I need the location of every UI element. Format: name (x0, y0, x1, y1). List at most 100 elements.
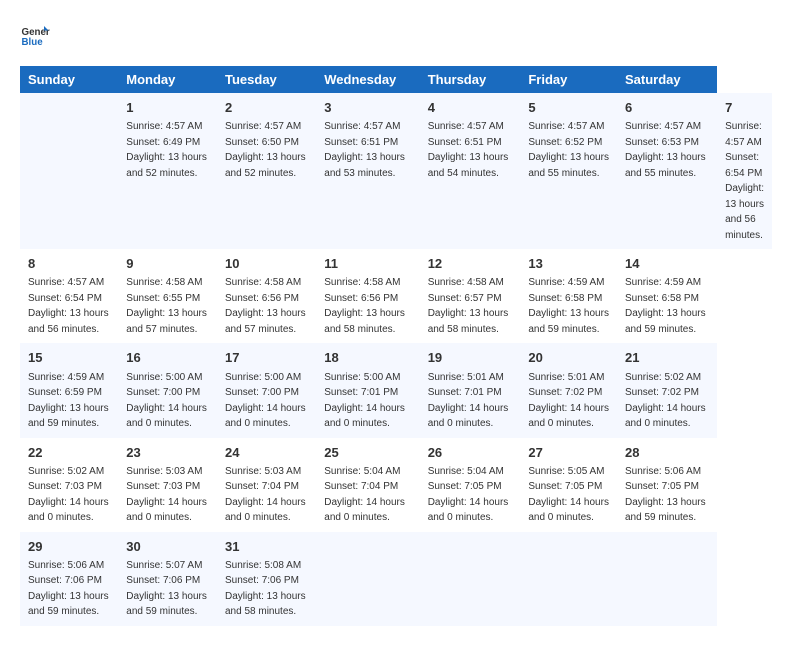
calendar-week-row: 1 Sunrise: 4:57 AMSunset: 6:49 PMDaylight… (20, 93, 772, 249)
day-number: 27 (528, 444, 609, 462)
day-number: 14 (625, 255, 709, 273)
column-header-monday: Monday (118, 66, 217, 93)
calendar-cell: 6 Sunrise: 4:57 AMSunset: 6:53 PMDaylight… (617, 93, 717, 249)
day-number: 22 (28, 444, 110, 462)
day-number: 28 (625, 444, 709, 462)
day-info: Sunrise: 5:02 AMSunset: 7:02 PMDaylight:… (625, 372, 706, 430)
column-header-thursday: Thursday (420, 66, 521, 93)
day-info: Sunrise: 5:00 AMSunset: 7:00 PMDaylight:… (126, 372, 207, 430)
day-number: 9 (126, 255, 209, 273)
calendar-cell: 8 Sunrise: 4:57 AMSunset: 6:54 PMDaylight… (20, 249, 118, 343)
day-info: Sunrise: 4:57 AMSunset: 6:54 PMDaylight:… (28, 277, 109, 335)
day-number: 23 (126, 444, 209, 462)
day-info: Sunrise: 5:00 AMSunset: 7:00 PMDaylight:… (225, 372, 306, 430)
day-info: Sunrise: 4:59 AMSunset: 6:58 PMDaylight:… (528, 277, 609, 335)
day-number: 30 (126, 538, 209, 556)
day-number: 7 (725, 99, 764, 117)
calendar-cell: 24 Sunrise: 5:03 AMSunset: 7:04 PMDayligh… (217, 438, 316, 532)
day-info: Sunrise: 5:07 AMSunset: 7:06 PMDaylight:… (126, 560, 207, 618)
column-header-tuesday: Tuesday (217, 66, 316, 93)
day-info: Sunrise: 4:58 AMSunset: 6:56 PMDaylight:… (225, 277, 306, 335)
day-number: 17 (225, 349, 308, 367)
day-info: Sunrise: 4:57 AMSunset: 6:53 PMDaylight:… (625, 121, 706, 179)
day-info: Sunrise: 5:04 AMSunset: 7:05 PMDaylight:… (428, 466, 509, 524)
column-header-friday: Friday (520, 66, 617, 93)
day-info: Sunrise: 4:57 AMSunset: 6:49 PMDaylight:… (126, 121, 207, 179)
day-number: 6 (625, 99, 709, 117)
day-number: 2 (225, 99, 308, 117)
day-info: Sunrise: 4:57 AMSunset: 6:50 PMDaylight:… (225, 121, 306, 179)
logo-icon: General Blue (20, 20, 50, 50)
calendar-cell: 16Sunrise: 5:00 AMSunset: 7:00 PMDayligh… (118, 343, 217, 437)
calendar-cell: 27 Sunrise: 5:05 AMSunset: 7:05 PMDayligh… (520, 438, 617, 532)
calendar-cell: 11 Sunrise: 4:58 AMSunset: 6:56 PMDayligh… (316, 249, 419, 343)
day-info: Sunrise: 4:57 AMSunset: 6:52 PMDaylight:… (528, 121, 609, 179)
calendar-cell: 10 Sunrise: 4:58 AMSunset: 6:56 PMDayligh… (217, 249, 316, 343)
day-number: 1 (126, 99, 209, 117)
calendar-cell: 9 Sunrise: 4:58 AMSunset: 6:55 PMDaylight… (118, 249, 217, 343)
page-header: General Blue (20, 20, 772, 50)
calendar-cell: 12 Sunrise: 4:58 AMSunset: 6:57 PMDayligh… (420, 249, 521, 343)
day-info: Sunrise: 5:03 AMSunset: 7:04 PMDaylight:… (225, 466, 306, 524)
calendar-cell: 13 Sunrise: 4:59 AMSunset: 6:58 PMDayligh… (520, 249, 617, 343)
day-number: 8 (28, 255, 110, 273)
calendar-cell: 20Sunrise: 5:01 AMSunset: 7:02 PMDayligh… (520, 343, 617, 437)
day-number: 10 (225, 255, 308, 273)
calendar-cell: 19 Sunrise: 5:01 AMSunset: 7:01 PMDayligh… (420, 343, 521, 437)
day-number: 19 (428, 349, 513, 367)
day-info: Sunrise: 5:06 AMSunset: 7:06 PMDaylight:… (28, 560, 109, 618)
calendar-cell: 26 Sunrise: 5:04 AMSunset: 7:05 PMDayligh… (420, 438, 521, 532)
calendar-cell: 2 Sunrise: 4:57 AMSunset: 6:50 PMDaylight… (217, 93, 316, 249)
day-info: Sunrise: 5:02 AMSunset: 7:03 PMDaylight:… (28, 466, 109, 524)
calendar-cell: 21 Sunrise: 5:02 AMSunset: 7:02 PMDayligh… (617, 343, 717, 437)
calendar-cell (20, 93, 118, 249)
calendar-cell: 15 Sunrise: 4:59 AMSunset: 6:59 PMDayligh… (20, 343, 118, 437)
day-number: 4 (428, 99, 513, 117)
column-header-sunday: Sunday (20, 66, 118, 93)
calendar-week-row: 8 Sunrise: 4:57 AMSunset: 6:54 PMDaylight… (20, 249, 772, 343)
day-info: Sunrise: 4:58 AMSunset: 6:57 PMDaylight:… (428, 277, 509, 335)
svg-text:Blue: Blue (22, 37, 44, 48)
day-info: Sunrise: 4:58 AMSunset: 6:55 PMDaylight:… (126, 277, 207, 335)
calendar-cell: 4 Sunrise: 4:57 AMSunset: 6:51 PMDaylight… (420, 93, 521, 249)
day-info: Sunrise: 4:59 AMSunset: 6:58 PMDaylight:… (625, 277, 706, 335)
column-header-saturday: Saturday (617, 66, 717, 93)
day-number: 21 (625, 349, 709, 367)
day-info: Sunrise: 5:01 AMSunset: 7:02 PMDaylight:… (528, 372, 609, 430)
day-number: 18 (324, 349, 411, 367)
day-info: Sunrise: 5:04 AMSunset: 7:04 PMDaylight:… (324, 466, 405, 524)
day-info: Sunrise: 5:01 AMSunset: 7:01 PMDaylight:… (428, 372, 509, 430)
calendar-cell: 3 Sunrise: 4:57 AMSunset: 6:51 PMDaylight… (316, 93, 419, 249)
day-number: 24 (225, 444, 308, 462)
day-number: 12 (428, 255, 513, 273)
calendar-header-row: SundayMondayTuesdayWednesdayThursdayFrid… (20, 66, 772, 93)
day-number: 31 (225, 538, 308, 556)
day-number: 25 (324, 444, 411, 462)
day-number: 13 (528, 255, 609, 273)
day-number: 11 (324, 255, 411, 273)
day-info: Sunrise: 4:57 AMSunset: 6:51 PMDaylight:… (428, 121, 509, 179)
calendar-cell: 17 Sunrise: 5:00 AMSunset: 7:00 PMDayligh… (217, 343, 316, 437)
calendar-table: SundayMondayTuesdayWednesdayThursdayFrid… (20, 66, 772, 626)
day-number: 26 (428, 444, 513, 462)
day-info: Sunrise: 4:58 AMSunset: 6:56 PMDaylight:… (324, 277, 405, 335)
day-info: Sunrise: 4:59 AMSunset: 6:59 PMDaylight:… (28, 372, 109, 430)
calendar-cell: 28Sunrise: 5:06 AMSunset: 7:05 PMDayligh… (617, 438, 717, 532)
calendar-cell: 18 Sunrise: 5:00 AMSunset: 7:01 PMDayligh… (316, 343, 419, 437)
day-info: Sunrise: 5:05 AMSunset: 7:05 PMDaylight:… (528, 466, 609, 524)
day-info: Sunrise: 4:57 AMSunset: 6:51 PMDaylight:… (324, 121, 405, 179)
calendar-cell: 14 Sunrise: 4:59 AMSunset: 6:58 PMDayligh… (617, 249, 717, 343)
day-info: Sunrise: 5:03 AMSunset: 7:03 PMDaylight:… (126, 466, 207, 524)
calendar-cell: 5 Sunrise: 4:57 AMSunset: 6:52 PMDaylight… (520, 93, 617, 249)
day-number: 29 (28, 538, 110, 556)
day-info: Sunrise: 5:00 AMSunset: 7:01 PMDaylight:… (324, 372, 405, 430)
day-number: 15 (28, 349, 110, 367)
day-number: 5 (528, 99, 609, 117)
calendar-week-row: 15 Sunrise: 4:59 AMSunset: 6:59 PMDayligh… (20, 343, 772, 437)
day-info: Sunrise: 4:57 AMSunset: 6:54 PMDaylight:… (725, 121, 764, 241)
day-number: 3 (324, 99, 411, 117)
calendar-week-row: 22 Sunrise: 5:02 AMSunset: 7:03 PMDayligh… (20, 438, 772, 532)
column-header-wednesday: Wednesday (316, 66, 419, 93)
calendar-cell: 7 Sunrise: 4:57 AMSunset: 6:54 PMDaylight… (717, 93, 772, 249)
calendar-cell: 25 Sunrise: 5:04 AMSunset: 7:04 PMDayligh… (316, 438, 419, 532)
